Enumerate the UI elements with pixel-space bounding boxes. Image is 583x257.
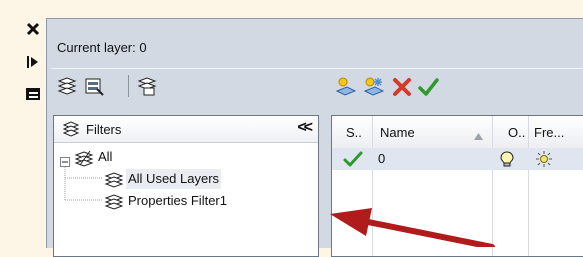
annotation-arrow xyxy=(330,208,495,247)
